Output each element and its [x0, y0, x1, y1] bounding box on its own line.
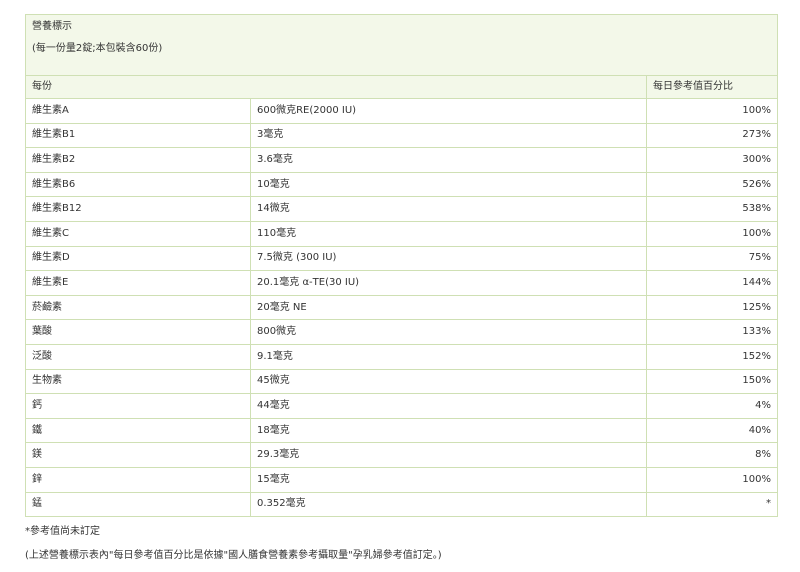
table-row: 維生素D 7.5微克 (300 IU) 75% [25, 245, 779, 272]
table-title: 營養標示 [32, 21, 72, 32]
table-row: 鋅 15毫克 100% [25, 466, 779, 493]
nutrient-amount: 18毫克 [250, 417, 647, 444]
daily-value-pct: 133% [645, 319, 779, 345]
nutrient-name: 鈣 [25, 393, 251, 419]
nutrient-name: 菸鹼素 [25, 294, 251, 321]
nutrient-amount: 20.1毫克 α-TE(30 IU) [250, 270, 647, 296]
table-row: 鐵 18毫克 40% [25, 417, 779, 444]
daily-value-pct: 4% [645, 393, 779, 419]
nutrient-amount: 20毫克 NE [250, 294, 647, 321]
source-note: (上述營養標示表內"每日參考值百分比是依據"國人膳食營養素參考攝取量"孕乳婦參考… [25, 550, 442, 561]
daily-value-pct: 125% [645, 294, 779, 321]
table-row: 維生素A 600微克RE(2000 IU) 100% [25, 98, 779, 124]
daily-value-pct: 526% [645, 171, 779, 198]
table-row: 鎂 29.3毫克 8% [25, 442, 779, 468]
nutrition-label: 營養標示 (每一份量2錠;本包裝含60份) 每份 每日參考值百分比 維生素A 60… [24, 14, 779, 518]
nutrient-amount: 45微克 [250, 368, 647, 395]
nutrient-name: 維生素A [25, 98, 251, 124]
nutrient-amount: 600微克RE(2000 IU) [250, 98, 647, 124]
daily-value-pct: 144% [645, 270, 779, 296]
table-row: 泛酸 9.1毫克 152% [25, 343, 779, 370]
nutrient-amount: 15毫克 [250, 466, 647, 493]
serving-info: (每一份量2錠;本包裝含60份) [32, 43, 163, 54]
nutrient-amount: 800微克 [250, 319, 647, 345]
nutrient-name: 錳 [25, 491, 251, 518]
nutrient-amount: 7.5微克 (300 IU) [250, 245, 647, 272]
daily-value-pct: 300% [645, 147, 779, 173]
nutrient-amount: 0.352毫克 [250, 491, 647, 518]
nutrient-name: 維生素B6 [25, 171, 251, 198]
table-row: 鈣 44毫克 4% [25, 393, 779, 419]
daily-value-pct: * [645, 491, 779, 518]
column-header-row: 每份 每日參考值百分比 [25, 75, 779, 99]
nutrient-amount: 44毫克 [250, 393, 647, 419]
table-row: 菸鹼素 20毫克 NE 125% [25, 294, 779, 321]
nutrient-name: 泛酸 [25, 343, 251, 370]
asterisk-note: *參考值尚未訂定 [25, 526, 100, 537]
daily-value-pct: 75% [645, 245, 779, 272]
nutrient-amount: 14微克 [250, 196, 647, 222]
table-row: 維生素B2 3.6毫克 300% [25, 147, 779, 173]
daily-value-pct: 150% [645, 368, 779, 395]
table-row: 維生素C 110毫克 100% [25, 220, 779, 247]
daily-value-pct: 40% [645, 417, 779, 444]
table-row: 錳 0.352毫克 * [25, 491, 779, 518]
nutrient-amount: 3毫克 [250, 122, 647, 149]
table-row: 維生素E 20.1毫克 α-TE(30 IU) 144% [25, 270, 779, 296]
nutrient-amount: 110毫克 [250, 220, 647, 247]
daily-value-pct: 8% [645, 442, 779, 468]
nutrient-name: 維生素C [25, 220, 251, 247]
table-row: 維生素B12 14微克 538% [25, 196, 779, 222]
nutrient-name: 維生素B2 [25, 147, 251, 173]
daily-value-pct: 152% [645, 343, 779, 370]
nutrient-name: 鐵 [25, 417, 251, 444]
nutrient-name: 維生素B12 [25, 196, 251, 222]
nutrition-table: 營養標示 (每一份量2錠;本包裝含60份) 每份 每日參考值百分比 維生素A 60… [24, 14, 779, 518]
nutrient-name: 維生素B1 [25, 122, 251, 149]
daily-value-pct: 100% [645, 466, 779, 493]
nutrient-name: 維生素E [25, 270, 251, 296]
nutrient-name: 鎂 [25, 442, 251, 468]
daily-value-pct: 100% [645, 98, 779, 124]
nutrient-name: 維生素D [25, 245, 251, 272]
nutrient-amount: 29.3毫克 [250, 442, 647, 468]
footnotes: *參考值尚未訂定 (上述營養標示表內"每日參考值百分比是依據"國人膳食營養素參考… [25, 524, 785, 564]
header-daily-value-pct: 每日參考值百分比 [645, 75, 779, 99]
title-cell: 營養標示 (每一份量2錠;本包裝含60份) [24, 14, 779, 76]
table-row: 維生素B6 10毫克 526% [25, 171, 779, 198]
title-row: 營養標示 (每一份量2錠;本包裝含60份) [24, 14, 779, 76]
nutrient-amount: 9.1毫克 [250, 343, 647, 370]
daily-value-pct: 273% [645, 122, 779, 149]
table-row: 葉酸 800微克 133% [25, 319, 779, 345]
daily-value-pct: 100% [645, 220, 779, 247]
header-per-serving: 每份 [25, 75, 647, 99]
nutrient-name: 葉酸 [25, 319, 251, 345]
daily-value-pct: 538% [645, 196, 779, 222]
nutrient-amount: 3.6毫克 [250, 147, 647, 173]
table-row: 維生素B1 3毫克 273% [25, 122, 779, 149]
nutrient-name: 鋅 [25, 466, 251, 493]
nutrient-name: 生物素 [25, 368, 251, 395]
nutrient-rows: 維生素A 600微克RE(2000 IU) 100% 維生素B1 3毫克 273% 維生素B… [25, 98, 779, 518]
nutrient-amount: 10毫克 [250, 171, 647, 198]
table-row: 生物素 45微克 150% [25, 368, 779, 395]
